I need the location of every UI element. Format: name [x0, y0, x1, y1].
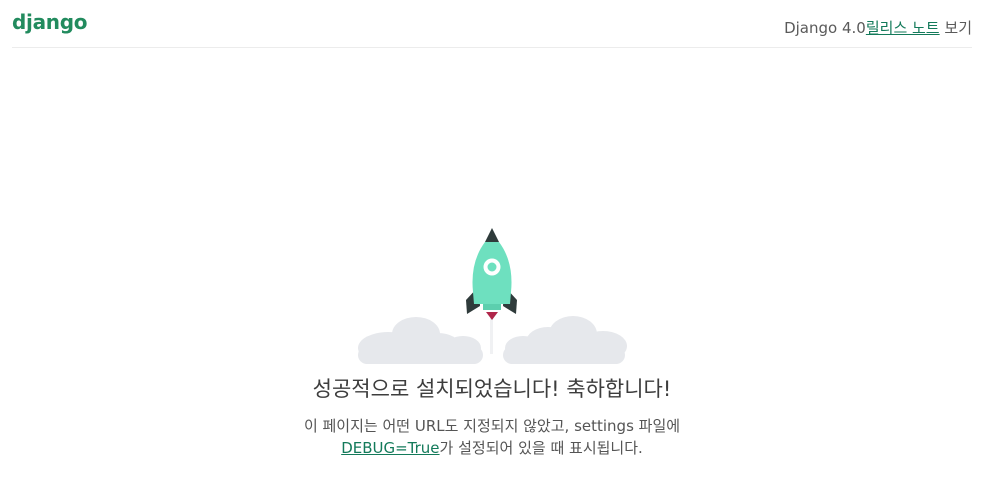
release-notes-link[interactable]: 릴리스 노트 [866, 19, 940, 37]
version-text: Django 4.0 [784, 19, 866, 37]
success-title: 성공적으로 설치되었습니다! 축하합니다! [312, 377, 672, 401]
rocket-icon [358, 228, 627, 364]
django-welcome-page: django Django 4.0릴리스 노트 보기 성공적으로 설치되었습니다… [0, 0, 984, 487]
success-description: 이 페이지는 어떤 URL도 지정되지 않았고, settings 파일에 DE… [0, 415, 984, 459]
description-line-2-text: 가 설정되어 있을 때 표시됩니다. [439, 439, 643, 457]
header: django Django 4.0릴리스 노트 보기 [12, 0, 972, 48]
description-line-2: DEBUG=True가 설정되어 있을 때 표시됩니다. [0, 437, 984, 459]
release-notes-text: Django 4.0릴리스 노트 보기 [784, 17, 972, 38]
rocket-illustration [358, 222, 628, 367]
django-logo[interactable]: django [12, 10, 87, 34]
debug-true-link[interactable]: DEBUG=True [341, 439, 439, 457]
description-line-1: 이 페이지는 어떤 URL도 지정되지 않았고, settings 파일에 [303, 417, 681, 435]
view-text: 보기 [939, 19, 972, 37]
